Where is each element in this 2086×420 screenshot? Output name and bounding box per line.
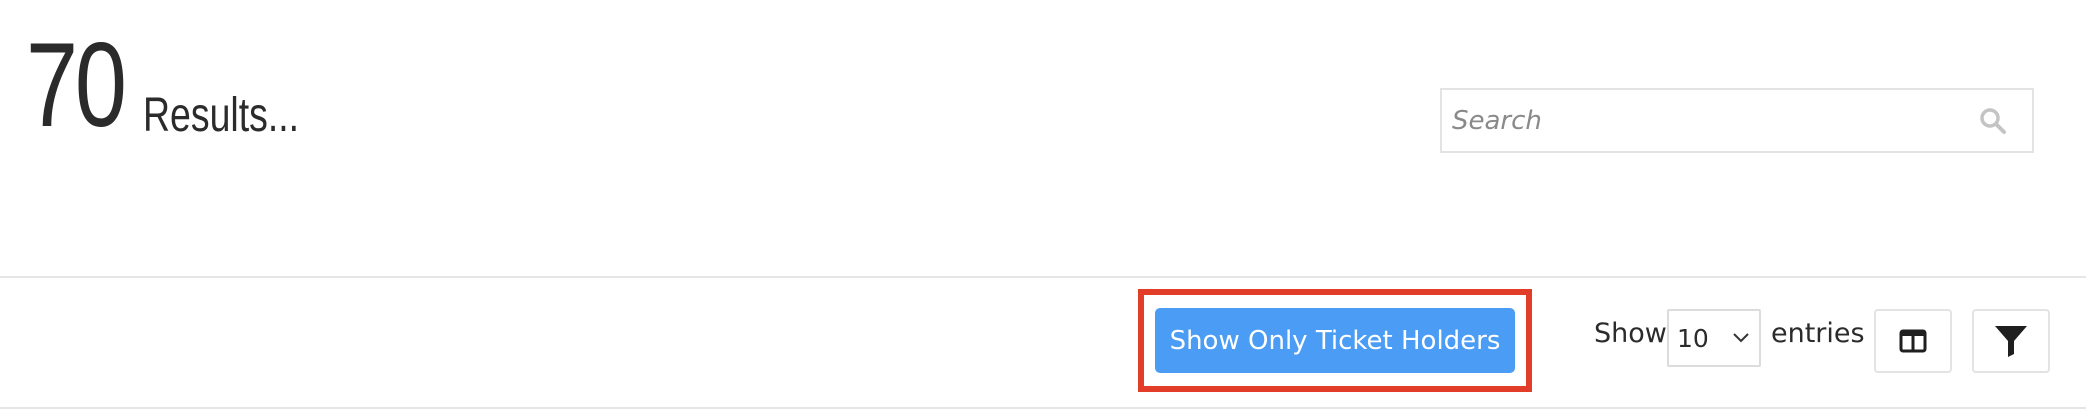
show-only-ticket-holders-button[interactable]: Show Only Ticket Holders (1155, 308, 1515, 373)
results-count: 70 (26, 18, 127, 152)
entries-label: entries (1771, 318, 1865, 349)
columns-icon (1899, 329, 1927, 353)
search-box[interactable] (1440, 88, 2034, 153)
columns-button[interactable] (1874, 309, 1952, 373)
toolbar-divider-top (0, 276, 2086, 278)
filter-icon (1995, 326, 2027, 357)
show-label: Show (1594, 318, 1667, 349)
entries-select[interactable]: 10 (1667, 309, 1761, 367)
filter-button[interactable] (1972, 309, 2050, 373)
search-icon[interactable] (1978, 106, 2008, 136)
chevron-down-icon (1733, 333, 1749, 343)
results-label: Results... (143, 89, 300, 142)
entries-select-value: 10 (1677, 323, 1709, 353)
toolbar-divider-bottom (0, 407, 2086, 409)
results-header: 70 Results... (26, 18, 344, 152)
search-input[interactable] (1442, 90, 1978, 151)
